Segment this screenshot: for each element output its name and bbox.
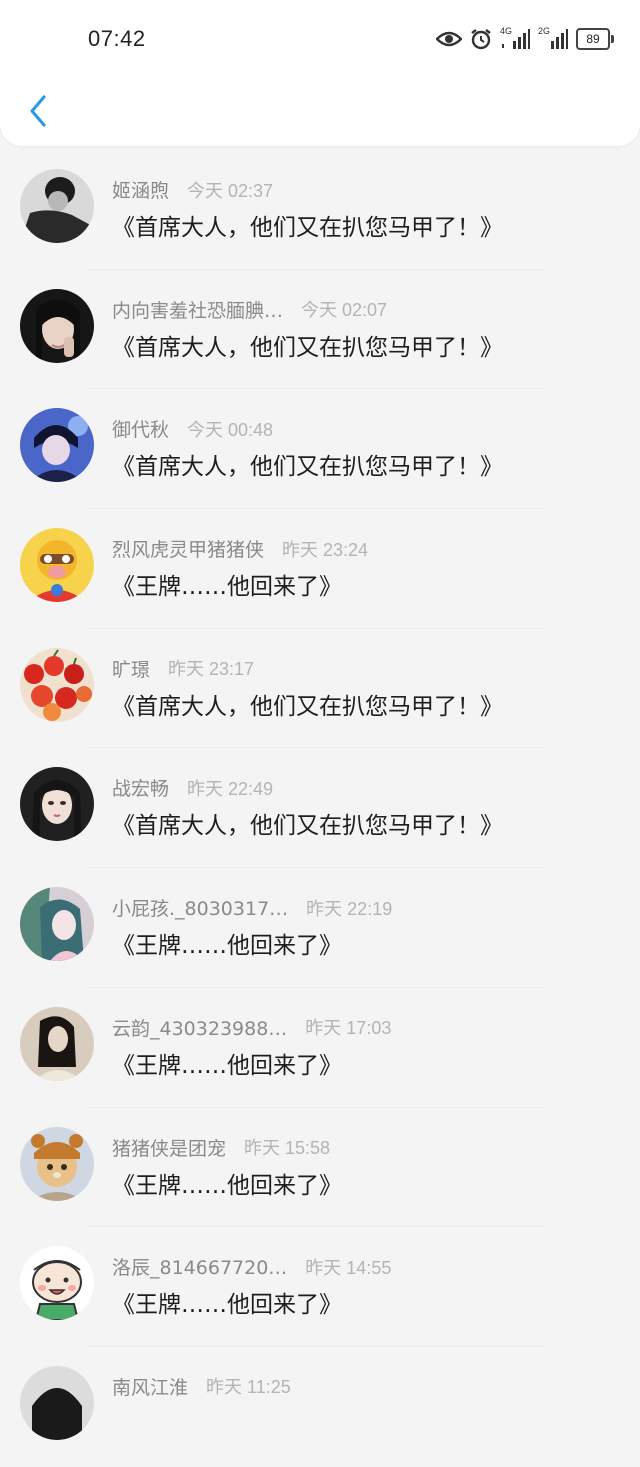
status-bar: 07:42 4G 2G 89 (0, 0, 640, 80)
comment-header: 战宏畅 昨天 22:49 (112, 774, 273, 801)
user-name[interactable]: 洛辰_814667720… (112, 1253, 287, 1280)
list-item[interactable]: 猪猪侠是团宠 昨天 15:58 《王牌……他回来了》 (0, 1108, 640, 1228)
comment-time: 昨天 14:55 (305, 1257, 392, 1278)
comment-text[interactable]: 《首席大人，他们又在扒您马甲了！》 (112, 328, 503, 362)
list-item[interactable]: 御代秋 今天 00:48 《首席大人，他们又在扒您马甲了！》 (0, 389, 640, 510)
battery-icon: 89 (576, 28, 614, 50)
comment-time: 今天 02:07 (301, 300, 388, 321)
comment-time: 今天 02:37 (187, 180, 274, 201)
user-name[interactable]: 旷璟 (112, 655, 150, 682)
list-item[interactable]: 旷璟 昨天 23:17 《首席大人，他们又在扒您马甲了！》 (0, 629, 640, 749)
comment-header: 御代秋 今天 00:48 (112, 415, 273, 442)
user-name[interactable]: 云韵_430323988… (112, 1014, 287, 1041)
comment-text[interactable]: 《王牌……他回来了》 (112, 567, 342, 601)
user-name[interactable]: 姬涵煦 (112, 176, 169, 203)
comment-header: 洛辰_814667720… 昨天 14:55 (112, 1253, 391, 1280)
list-item[interactable]: 小屁孩._8030317… 昨天 22:19 《王牌……他回来了》 (0, 868, 640, 988)
alarm-icon (471, 29, 491, 50)
comment-text[interactable]: 《王牌……他回来了》 (112, 1046, 342, 1080)
comment-time: 昨天 23:17 (168, 659, 255, 680)
status-time: 07:42 (88, 26, 146, 51)
comment-time: 昨天 22:49 (187, 778, 274, 799)
comment-header: 内向害羞社恐腼腆… 今天 02:07 (112, 296, 387, 323)
list-item[interactable]: 烈风虎灵甲猪猪侠 昨天 23:24 《王牌……他回来了》 (0, 509, 640, 629)
list-item[interactable]: 云韵_430323988… 昨天 17:03 《王牌……他回来了》 (0, 988, 640, 1108)
comment-header: 旷璟 昨天 23:17 (112, 655, 254, 682)
list-item[interactable]: 南风江淮 昨天 11:25 (0, 1347, 640, 1467)
user-name[interactable]: 御代秋 (112, 415, 169, 442)
top-bar: 07:42 4G 2G 89 (0, 0, 640, 146)
avatar-anime-girl[interactable] (20, 887, 94, 962)
user-name[interactable]: 内向害羞社恐腼腆… (112, 296, 283, 323)
comment-text[interactable]: 《首席大人，他们又在扒您马甲了！》 (112, 447, 503, 481)
eye-icon (436, 31, 462, 47)
comment-header: 南风江淮 昨天 11:25 (112, 1373, 291, 1400)
avatar-dark-portrait[interactable] (20, 169, 94, 243)
list-item[interactable]: 洛辰_814667720… 昨天 14:55 《王牌……他回来了》 (0, 1227, 640, 1347)
comment-text[interactable]: 《首席大人，他们又在扒您马甲了！》 (112, 208, 503, 242)
comment-text[interactable]: 《王牌……他回来了》 (112, 1166, 342, 1200)
avatar-girl-hand[interactable] (20, 288, 94, 363)
user-name[interactable]: 小屁孩._8030317… (112, 894, 288, 921)
comment-text[interactable]: 《首席大人，他们又在扒您马甲了！》 (112, 687, 503, 721)
comment-time: 昨天 22:19 (306, 898, 393, 919)
avatar-cherries[interactable] (20, 647, 94, 722)
avatar-girl-sepia[interactable] (20, 1006, 94, 1081)
avatar-girl-portrait[interactable] (20, 767, 94, 842)
comment-header: 姬涵煦 今天 02:37 (112, 176, 273, 203)
list-item[interactable]: 战宏畅 昨天 22:49 《首席大人，他们又在扒您马甲了！》 (0, 748, 640, 869)
user-name[interactable]: 南风江淮 (112, 1373, 188, 1400)
comment-header: 猪猪侠是团宠 昨天 15:58 (112, 1134, 330, 1161)
status-icons: 4G 2G 89 (436, 26, 614, 50)
user-name[interactable]: 猪猪侠是团宠 (112, 1134, 226, 1161)
comment-time: 昨天 15:58 (244, 1138, 331, 1158)
comment-header: 烈风虎灵甲猪猪侠 昨天 23:24 (112, 535, 368, 562)
back-button[interactable] (18, 88, 58, 134)
avatar-cat-bear[interactable] (20, 1126, 94, 1201)
user-name[interactable]: 烈风虎灵甲猪猪侠 (112, 535, 264, 562)
list-item[interactable]: 姬涵煦 今天 02:37 《首席大人，他们又在扒您马甲了！》 (0, 150, 640, 270)
comment-text[interactable]: 《王牌……他回来了》 (112, 926, 342, 960)
comment-time: 昨天 11:25 (206, 1377, 291, 1398)
signal-4g-icon: 4G (500, 26, 530, 50)
avatar-anime-boy[interactable] (20, 408, 94, 483)
comment-header: 小屁孩._8030317… 昨天 22:19 (112, 894, 392, 921)
user-name[interactable]: 战宏畅 (112, 774, 169, 801)
comment-text[interactable]: 《首席大人，他们又在扒您马甲了！》 (112, 806, 503, 840)
comment-time: 今天 00:48 (187, 419, 274, 440)
avatar-cartoon-hero[interactable] (20, 528, 94, 603)
comment-list: 姬涵煦 今天 02:37 《首席大人，他们又在扒您马甲了！》 内向害羞社恐腼腆…… (0, 150, 640, 1467)
comment-time: 昨天 23:24 (282, 539, 369, 560)
chevron-left-icon (30, 95, 46, 127)
avatar-dark[interactable] (20, 1365, 94, 1440)
comment-time: 昨天 17:03 (305, 1018, 392, 1039)
list-item[interactable]: 内向害羞社恐腼腆… 今天 02:07 《首席大人，他们又在扒您马甲了！》 (0, 270, 640, 390)
comment-text[interactable]: 《王牌……他回来了》 (112, 1285, 342, 1319)
signal-2g-icon: 2G (538, 26, 568, 50)
comment-header: 云韵_430323988… 昨天 17:03 (112, 1014, 391, 1041)
avatar-cartoon-face[interactable] (20, 1246, 94, 1321)
